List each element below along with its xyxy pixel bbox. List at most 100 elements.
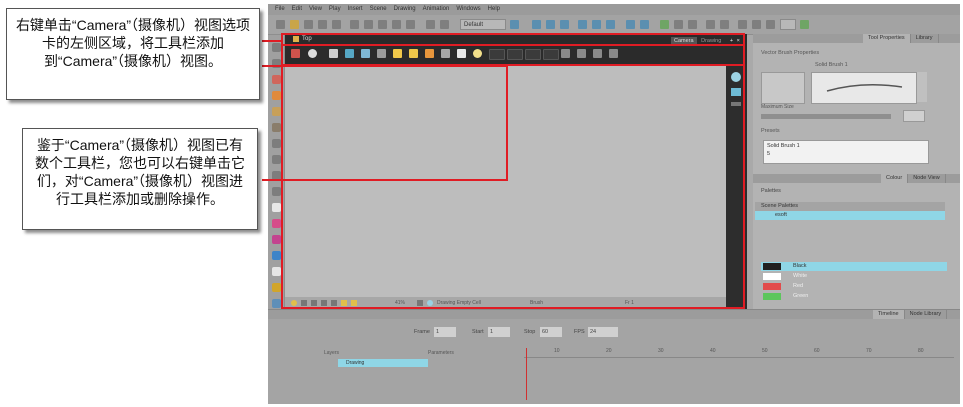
- pencil-icon[interactable]: [800, 20, 809, 29]
- pencil-tool-icon[interactable]: [272, 91, 281, 100]
- timeline-tabs: Timeline Node Library: [268, 310, 960, 319]
- preset-list[interactable]: Solid Brush 1 5: [763, 140, 929, 164]
- grid-icon[interactable]: [688, 20, 697, 29]
- menu-play[interactable]: Play: [329, 4, 341, 15]
- timeline-panel: Timeline Node Library Frame 1 Start 1 Sto…: [268, 309, 960, 404]
- brush-tip-preview[interactable]: [761, 72, 805, 104]
- brush-tool-icon[interactable]: [272, 75, 281, 84]
- menu-scene[interactable]: Scene: [370, 4, 387, 15]
- tab-colour[interactable]: Colour: [881, 174, 909, 183]
- eraser-tool-icon[interactable]: [272, 123, 281, 132]
- bone-icon[interactable]: [592, 20, 601, 29]
- stop-field[interactable]: 60: [540, 327, 562, 337]
- scan-icon[interactable]: [332, 20, 341, 29]
- new-scene-icon[interactable]: [276, 20, 285, 29]
- maximum-size-field[interactable]: [903, 110, 925, 122]
- menu-insert[interactable]: Insert: [348, 4, 363, 15]
- camera-icon[interactable]: [546, 20, 555, 29]
- maximum-size-slider[interactable]: [761, 114, 891, 119]
- paste-icon[interactable]: [378, 20, 387, 29]
- camera-view-highlight: [281, 33, 745, 309]
- ruler-tick: 70: [866, 348, 872, 354]
- kinematic-icon[interactable]: [606, 20, 615, 29]
- menu-help[interactable]: Help: [488, 4, 500, 15]
- playback-icon[interactable]: [738, 20, 747, 29]
- workspace-icon[interactable]: [426, 20, 435, 29]
- menu-drawing[interactable]: Drawing: [394, 4, 416, 15]
- render-icon[interactable]: [660, 20, 669, 29]
- preview-icon[interactable]: [674, 20, 683, 29]
- ellipse-tool-icon[interactable]: [272, 187, 281, 196]
- menu-windows[interactable]: Windows: [456, 4, 480, 15]
- colour-row[interactable]: White: [761, 272, 947, 281]
- dropper-tool-icon[interactable]: [272, 235, 281, 244]
- colour-row[interactable]: Green: [761, 292, 947, 301]
- colour-name: Red: [793, 283, 804, 289]
- safe-area-icon[interactable]: [706, 20, 715, 29]
- next-brush-icon[interactable]: [917, 72, 927, 102]
- workspace-manager-icon[interactable]: [510, 20, 519, 29]
- fps-field[interactable]: 24: [588, 327, 618, 337]
- menu-file[interactable]: File: [275, 4, 285, 15]
- colour-toolbar: [761, 246, 931, 252]
- menu-bar: File Edit View Play Insert Scene Drawing Animat…: [268, 4, 960, 15]
- hand-tool-icon[interactable]: [272, 267, 281, 276]
- ruler-tick: 30: [658, 348, 664, 354]
- undo-icon[interactable]: [392, 20, 401, 29]
- redo-icon[interactable]: [406, 20, 415, 29]
- stop-label: Stop: [524, 329, 536, 335]
- menu-animation[interactable]: Animation: [423, 4, 450, 15]
- palette-item[interactable]: esoft: [755, 211, 945, 220]
- line-tool-icon[interactable]: [272, 155, 281, 164]
- deform-icon[interactable]: [578, 20, 587, 29]
- colour-swatch: [763, 293, 781, 300]
- morph-tool-icon[interactable]: [272, 283, 281, 292]
- tab-library[interactable]: Library: [910, 34, 939, 43]
- text-tool-icon[interactable]: [272, 139, 281, 148]
- tab-node-library[interactable]: Node Library: [904, 310, 948, 319]
- frame-field[interactable]: 1: [434, 327, 456, 337]
- ruler-tick: 40: [710, 348, 716, 354]
- save-icon[interactable]: [304, 20, 313, 29]
- callout-2-connector-bottom: [262, 179, 508, 181]
- select-tool-icon[interactable]: [272, 43, 281, 52]
- colour-name: White: [793, 273, 808, 279]
- ink-tool-icon[interactable]: [272, 219, 281, 228]
- import-icon[interactable]: [318, 20, 327, 29]
- brush-name: Solid Brush 1: [815, 62, 848, 68]
- cutter-tool-icon[interactable]: [272, 299, 281, 308]
- sound-icon[interactable]: [766, 20, 775, 29]
- cut-icon[interactable]: [350, 20, 359, 29]
- stamp-tool-icon[interactable]: [272, 107, 281, 116]
- paint-tool-icon[interactable]: [272, 203, 281, 212]
- copy-icon[interactable]: [364, 20, 373, 29]
- workspace-select[interactable]: Default: [460, 19, 506, 30]
- start-field[interactable]: 1: [488, 327, 510, 337]
- peg-icon[interactable]: [560, 20, 569, 29]
- colour-tabs: Colour Node View: [753, 174, 960, 183]
- layout-icon[interactable]: [440, 20, 449, 29]
- callout-add-toolbar: 右键单击“Camera”（摄像机）视图选项卡的左侧区域，将工具栏添加到“Came…: [6, 8, 260, 100]
- tab-tool-properties[interactable]: Tool Properties: [863, 34, 911, 43]
- transform-icon[interactable]: [532, 20, 541, 29]
- callout-2-connector-vertical: [506, 65, 508, 181]
- onion-skin-icon[interactable]: [626, 20, 635, 29]
- script-icon[interactable]: [752, 20, 761, 29]
- colour-row[interactable]: Black: [761, 262, 947, 271]
- transform-tool-icon[interactable]: [272, 251, 281, 260]
- coordinates-select[interactable]: [780, 19, 796, 30]
- camera-toolbar-highlight: [281, 44, 745, 66]
- preset-size: 5: [767, 151, 771, 157]
- layer-row[interactable]: Drawing: [338, 359, 428, 367]
- tab-timeline[interactable]: Timeline: [873, 310, 905, 319]
- open-folder-icon[interactable]: [290, 20, 299, 29]
- colour-name: Green: [793, 293, 809, 299]
- playhead[interactable]: [526, 348, 527, 400]
- menu-edit[interactable]: Edit: [292, 4, 302, 15]
- preset-item[interactable]: Solid Brush 1: [764, 141, 928, 151]
- light-table-icon[interactable]: [640, 20, 649, 29]
- tab-node-view[interactable]: Node View: [908, 174, 946, 183]
- colour-row[interactable]: Red: [761, 282, 947, 291]
- field-guide-icon[interactable]: [720, 20, 729, 29]
- menu-view[interactable]: View: [309, 4, 322, 15]
